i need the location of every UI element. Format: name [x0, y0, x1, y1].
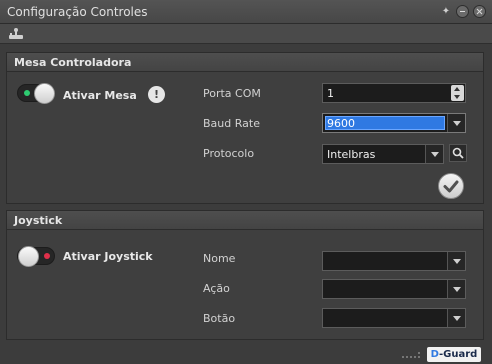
window-title: Configuração Controles [7, 5, 148, 19]
baud-rate-select[interactable]: 9600 [322, 113, 466, 133]
checkmark-icon [443, 180, 459, 193]
porta-com-spinbox[interactable]: 1 [322, 83, 466, 103]
acao-label: Ação [203, 282, 230, 295]
toggle-knob [34, 83, 55, 104]
ativar-mesa-toggle[interactable] [17, 83, 55, 104]
nome-label: Nome [203, 252, 236, 265]
porta-com-label: Porta COM [203, 87, 261, 100]
ativar-joystick-toggle[interactable] [17, 246, 55, 267]
nome-select[interactable] [322, 251, 466, 271]
minimize-icon[interactable] [456, 5, 469, 18]
toolbar [0, 24, 492, 44]
info-icon[interactable]: ! [148, 86, 165, 103]
resize-grip-icon[interactable] [401, 351, 421, 359]
chevron-down-icon[interactable] [447, 252, 465, 270]
toggle-off-indicator [44, 253, 50, 259]
protocolo-select[interactable]: Intelbras [322, 144, 444, 164]
ativar-mesa-label: Ativar Mesa [63, 89, 137, 102]
baud-rate-value: 9600 [327, 117, 355, 130]
chevron-down-icon[interactable] [447, 114, 465, 132]
chevron-down-icon[interactable] [447, 309, 465, 327]
botao-select[interactable] [322, 308, 466, 328]
search-button[interactable] [449, 144, 467, 162]
pin-icon[interactable]: ✦ [440, 6, 452, 18]
mesa-controladora-heading: Mesa Controladora [7, 53, 483, 72]
joystick-heading: Joystick [7, 211, 483, 230]
baud-rate-label: Baud Rate [203, 117, 260, 130]
protocolo-label: Protocolo [203, 147, 255, 160]
acao-select[interactable] [322, 279, 466, 299]
window-controls: ✦ [440, 5, 486, 18]
close-icon[interactable] [473, 5, 486, 18]
title-bar: Configuração Controles ✦ [0, 0, 492, 24]
toggle-on-indicator [24, 90, 30, 96]
search-icon [452, 147, 464, 159]
chevron-down-icon[interactable] [447, 280, 465, 298]
confirm-button[interactable] [438, 173, 464, 199]
joystick-icon[interactable] [8, 28, 24, 40]
toggle-knob [18, 246, 39, 267]
spin-arrows-icon[interactable] [451, 85, 464, 101]
porta-com-value: 1 [327, 87, 334, 100]
ativar-joystick-label: Ativar Joystick [63, 250, 153, 263]
chevron-down-icon[interactable] [425, 145, 443, 163]
dguard-logo: D-Guard [427, 347, 481, 362]
botao-label: Botão [203, 312, 236, 325]
protocolo-value: Intelbras [327, 148, 376, 161]
